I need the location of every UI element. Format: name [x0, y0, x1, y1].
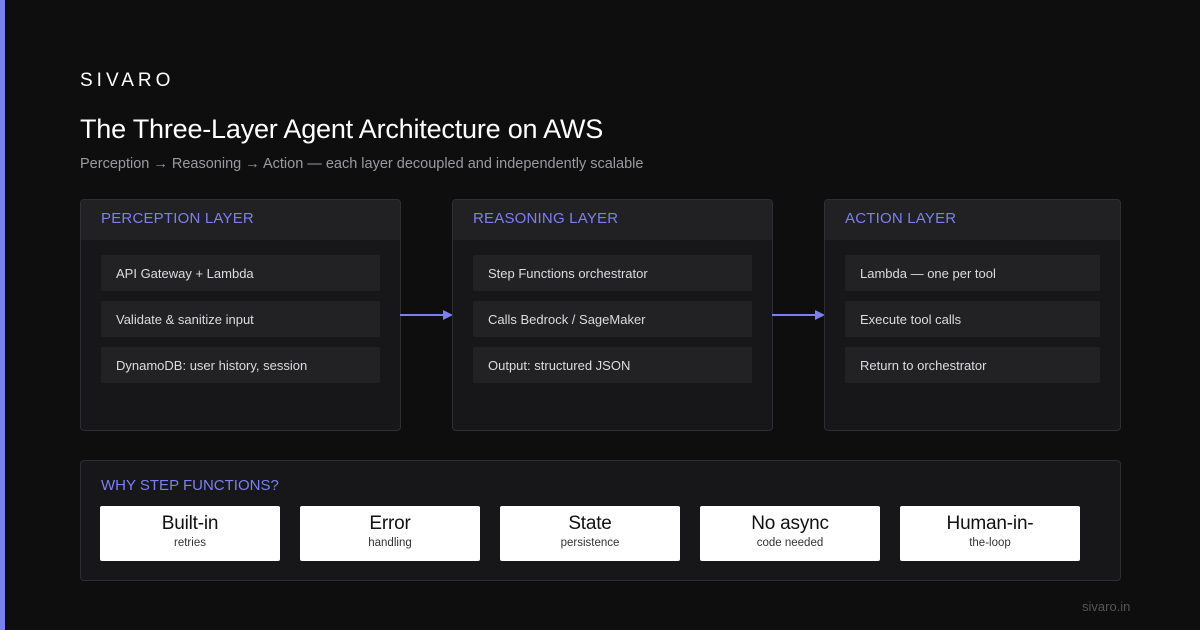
layer-item: Return to orchestrator — [845, 347, 1100, 383]
layer-item: Calls Bedrock / SageMaker — [473, 301, 752, 337]
benefit-subtitle: code needed — [756, 537, 824, 549]
reasoning-layer-panel: REASONING LAYER Step Functions orchestra… — [452, 199, 773, 431]
page-title: The Three-Layer Agent Architecture on AW… — [80, 114, 604, 144]
benefit-title: Error — [369, 513, 411, 534]
layer-item: Validate & sanitize input — [101, 301, 380, 337]
layer-item: Execute tool calls — [845, 301, 1100, 337]
arrow-right-icon — [400, 310, 453, 320]
benefit-card: Error handling — [300, 506, 480, 561]
layer-title: ACTION LAYER — [825, 200, 1120, 240]
benefit-subtitle: the-loop — [969, 537, 1011, 549]
benefit-subtitle: retries — [174, 537, 206, 549]
layer-item: DynamoDB: user history, session — [101, 347, 380, 383]
benefit-card: Built-in retries — [100, 506, 280, 561]
why-step-functions-panel: WHY STEP FUNCTIONS? Built-in retries Err… — [80, 460, 1121, 581]
layer-title: PERCEPTION LAYER — [81, 200, 400, 240]
benefit-subtitle: persistence — [560, 537, 620, 549]
perception-layer-panel: PERCEPTION LAYER API Gateway + Lambda Va… — [80, 199, 401, 431]
action-layer-panel: ACTION LAYER Lambda — one per tool Execu… — [824, 199, 1121, 431]
benefit-title: Built-in — [161, 513, 219, 534]
benefit-card: No async code needed — [700, 506, 880, 561]
layer-item: Lambda — one per tool — [845, 255, 1100, 291]
layer-item: Step Functions orchestrator — [473, 255, 752, 291]
benefit-card: Human-in- the-loop — [900, 506, 1080, 561]
footer-url: sivaro.in — [1082, 599, 1131, 614]
benefit-title: State — [568, 513, 612, 534]
layer-item: API Gateway + Lambda — [101, 255, 380, 291]
benefit-card: State persistence — [500, 506, 680, 561]
layer-item: Output: structured JSON — [473, 347, 752, 383]
benefit-title: Human-in- — [946, 513, 1034, 534]
benefit-subtitle: handling — [368, 537, 412, 549]
arrow-right-icon — [772, 310, 825, 320]
layer-title: REASONING LAYER — [453, 200, 772, 240]
brand-logo: SIVARO — [80, 70, 175, 91]
accent-bar — [0, 0, 5, 630]
why-title: WHY STEP FUNCTIONS? — [101, 477, 279, 494]
benefit-title: No async — [751, 513, 829, 534]
page-subtitle: Perception → Reasoning → Action — each l… — [80, 156, 644, 172]
